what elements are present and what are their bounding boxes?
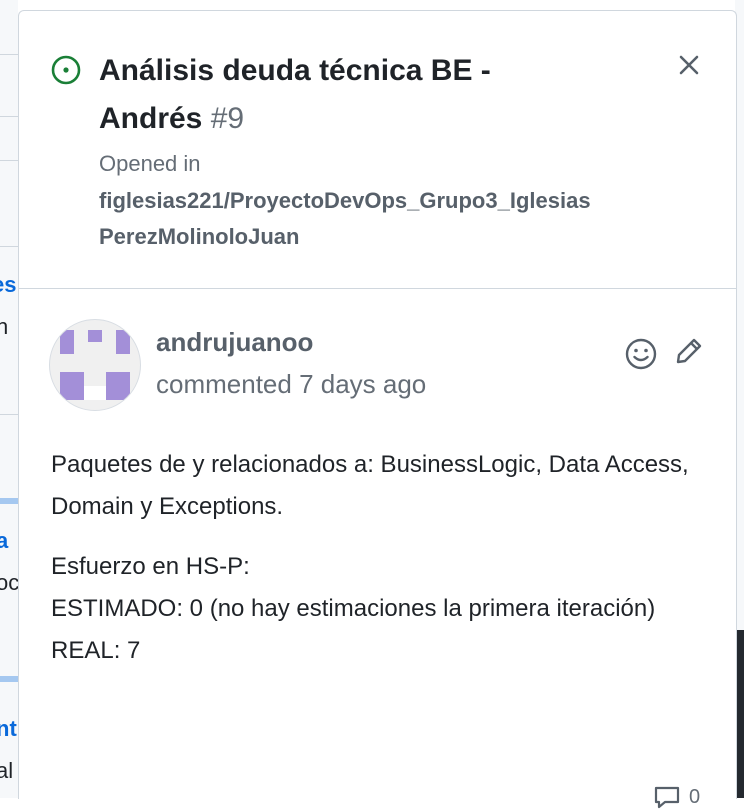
background-divider <box>0 116 18 117</box>
background-divider <box>0 414 18 415</box>
background-text-fragment: oc <box>0 570 18 595</box>
background-link-fragment[interactable]: a <box>0 528 8 554</box>
comment-timestamp[interactable]: commented 7 days ago <box>156 369 426 400</box>
avatar[interactable] <box>49 319 141 411</box>
background-highlight-bar <box>0 498 18 504</box>
background-text-fragment: al <box>0 758 14 783</box>
close-icon[interactable] <box>673 49 705 81</box>
repository-link[interactable]: figlesias221/ProyectoDevOps_Grupo3_Igles… <box>99 183 599 255</box>
background-divider <box>0 246 18 247</box>
issue-title: Análisis deuda técnica BE - Andrés #9 <box>99 47 569 143</box>
comment-author[interactable]: andrujuanoo <box>156 327 313 358</box>
background-text-fragment: n <box>0 314 9 339</box>
issue-number: #9 <box>210 102 245 135</box>
background-link-fragment[interactable]: nt <box>0 716 17 742</box>
background-divider <box>0 160 18 161</box>
background-divider <box>0 54 18 55</box>
comment-line: REAL: 7 <box>51 637 141 664</box>
opened-in-label: Opened in <box>99 151 201 176</box>
comment-reply-count[interactable]: 0 <box>653 785 700 809</box>
background-highlight-bar <box>0 676 18 682</box>
issue-opened-icon <box>51 55 81 85</box>
identicon-icon <box>60 330 130 400</box>
issue-header: Análisis deuda técnica BE - Andrés #9 Op… <box>19 11 736 289</box>
issue-title-text: Análisis deuda técnica BE - Andrés <box>99 54 491 135</box>
comment-paragraph: Paquetes de y relacionados a: BusinessLo… <box>51 451 689 520</box>
background-page-left: es n a oc nt al <box>0 0 18 798</box>
comment-line: ESTIMADO: 0 (no hay estimaciones la prim… <box>51 595 656 622</box>
issue-comment: andrujuanoo commented 7 days ago Paquete… <box>19 289 736 809</box>
smiley-icon[interactable] <box>624 337 658 371</box>
comment-line: Esfuerzo en HS-P: <box>51 553 250 580</box>
comment-icon <box>654 786 680 809</box>
comment-body: Paquetes de y relacionados a: BusinessLo… <box>51 444 691 672</box>
reply-count-value: 0 <box>689 785 701 808</box>
background-link-fragment[interactable]: es <box>0 272 16 298</box>
pencil-icon[interactable] <box>673 335 705 367</box>
issue-side-panel: Análisis deuda técnica BE - Andrés #9 Op… <box>18 10 737 809</box>
